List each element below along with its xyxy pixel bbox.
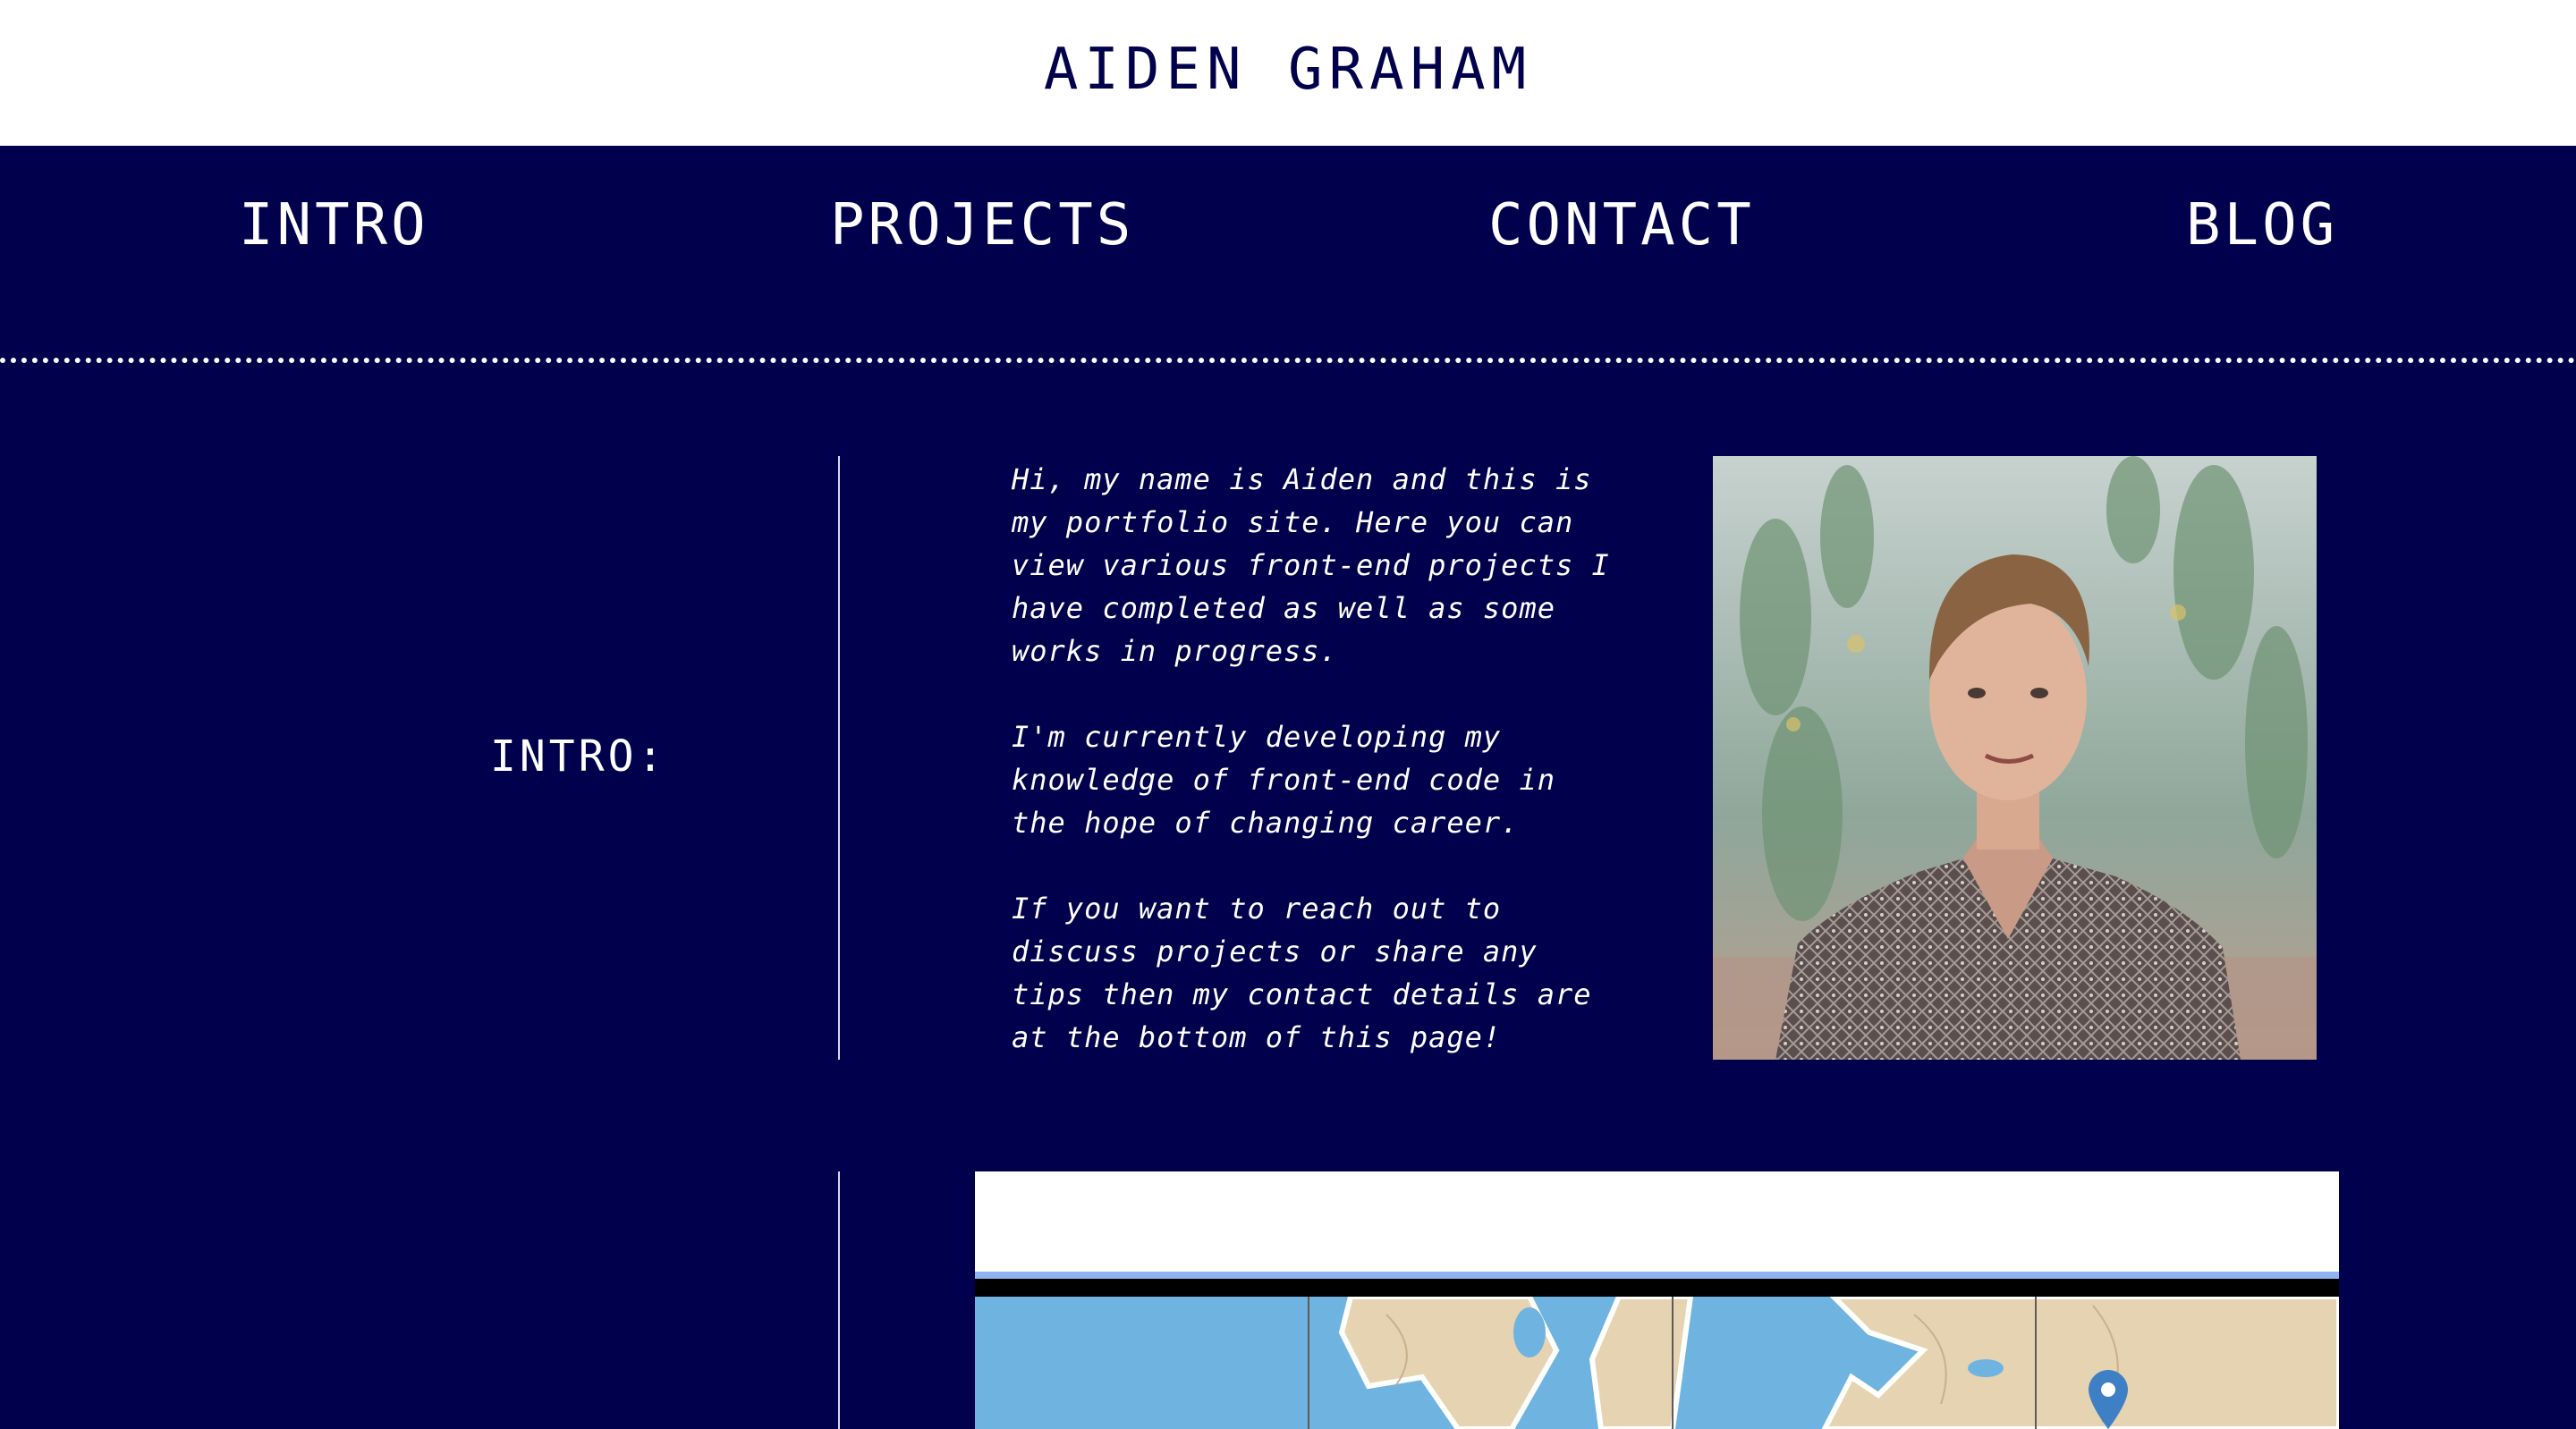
map-border <box>975 1279 2339 1297</box>
section-heading-intro: INTRO: <box>490 731 667 782</box>
intro-paragraph: Hi, my name is Aiden and this is my port… <box>1012 462 1610 668</box>
nav-item-blog[interactable]: BLOG <box>2186 192 2338 258</box>
map-canvas[interactable] <box>975 1294 2339 1429</box>
nav-item-projects[interactable]: PROJECTS <box>830 192 1134 258</box>
intro-paragraph: I'm currently developing my knowledge of… <box>1012 720 1555 840</box>
site-header: AIDEN GRAHAM <box>0 0 2576 146</box>
nav-item-contact[interactable]: CONTACT <box>1488 192 1755 258</box>
map-widget[interactable] <box>975 1171 2339 1429</box>
site-title: AIDEN GRAHAM <box>1043 36 1533 103</box>
nav-divider <box>0 358 2576 363</box>
map-pin-icon[interactable] <box>2089 1370 2128 1429</box>
map-header-bar <box>975 1171 2339 1272</box>
intro-text: Hi, my name is Aiden and this is my port… <box>1012 458 1620 1102</box>
section-divider-line <box>838 456 840 1060</box>
section-divider-line <box>838 1171 840 1429</box>
nav-item-intro[interactable]: INTRO <box>239 192 429 258</box>
main-nav: INTRO PROJECTS CONTACT BLOG <box>0 146 2576 360</box>
profile-photo <box>1713 456 2317 1060</box>
intro-paragraph: If you want to reach out to discuss proj… <box>1012 892 1592 1054</box>
map-accent-bar <box>975 1272 2339 1279</box>
